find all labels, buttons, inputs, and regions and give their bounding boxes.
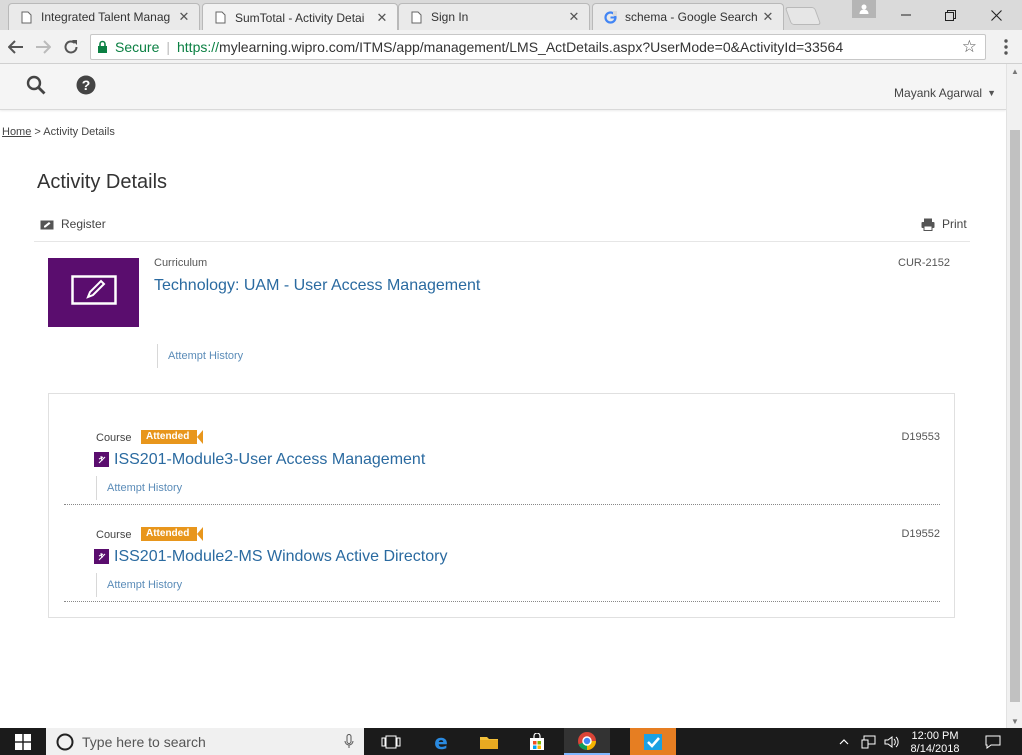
task-view-icon[interactable] bbox=[368, 728, 414, 755]
course-type: Course bbox=[96, 432, 132, 444]
user-name: Mayank Agarwal bbox=[894, 86, 983, 100]
tab-integrated-talent[interactable]: Integrated Talent Manag ✕ bbox=[8, 3, 200, 30]
tab-title: SumTotal - Activity Detai bbox=[235, 10, 365, 25]
chrome-icon[interactable] bbox=[564, 728, 610, 755]
taskbar-search-box[interactable]: Type here to search bbox=[46, 728, 364, 755]
course-title-link[interactable]: ISS201-Module2-MS Windows Active Directo… bbox=[114, 548, 447, 566]
print-icon bbox=[921, 218, 935, 231]
scrollbar-thumb[interactable] bbox=[1010, 130, 1020, 702]
close-icon[interactable]: ✕ bbox=[567, 9, 581, 25]
page-scrollbar[interactable]: ▲ ▼ bbox=[1006, 64, 1022, 728]
register-button[interactable]: Register bbox=[40, 217, 106, 231]
course-code: D19552 bbox=[901, 528, 940, 540]
windows-start-icon[interactable] bbox=[0, 728, 46, 755]
app-header: ? Mayank Agarwal ▼ bbox=[0, 64, 1006, 110]
register-icon bbox=[40, 219, 54, 230]
breadcrumb-home-link[interactable]: Home bbox=[2, 126, 31, 138]
file-explorer-icon[interactable] bbox=[466, 728, 512, 755]
url-scheme: https:// bbox=[177, 39, 220, 55]
scroll-up-icon[interactable]: ▲ bbox=[1007, 64, 1022, 78]
svg-text:?: ? bbox=[82, 77, 91, 93]
microphone-icon[interactable] bbox=[344, 734, 354, 754]
page-title: Activity Details bbox=[37, 171, 168, 193]
cortana-circle-icon bbox=[56, 733, 74, 751]
page-icon bbox=[409, 10, 423, 24]
course-type: Course bbox=[96, 529, 132, 541]
course-attempt-history-link[interactable]: Attempt History bbox=[96, 573, 182, 597]
taskbar-clock[interactable]: 12:00 PM 8/14/2018 bbox=[900, 730, 970, 755]
close-icon[interactable]: ✕ bbox=[177, 9, 191, 25]
clock-date: 8/14/2018 bbox=[910, 743, 960, 755]
curriculum-title-link[interactable]: Technology: UAM - User Access Management bbox=[154, 277, 480, 295]
new-tab-button[interactable] bbox=[784, 7, 822, 25]
forward-icon[interactable] bbox=[31, 35, 55, 59]
search-icon[interactable] bbox=[25, 74, 47, 96]
google-icon bbox=[603, 10, 617, 24]
course-icon bbox=[94, 452, 109, 467]
breadcrumb-separator: > bbox=[34, 126, 41, 138]
profile-icon[interactable] bbox=[852, 0, 876, 18]
close-icon[interactable]: ✕ bbox=[761, 9, 775, 25]
curriculum-code: CUR-2152 bbox=[898, 257, 950, 269]
curriculum-thumbnail bbox=[48, 258, 139, 327]
curriculum-attempt-history-link[interactable]: Attempt History bbox=[157, 344, 243, 368]
print-label: Print bbox=[942, 217, 967, 231]
bookmark-star-icon[interactable]: ☆ bbox=[962, 37, 977, 57]
breadcrumb-current: Activity Details bbox=[43, 126, 115, 138]
close-window-button[interactable] bbox=[974, 0, 1018, 30]
secure-label: Secure bbox=[115, 39, 160, 55]
action-bar: Register Print bbox=[34, 208, 970, 242]
course-icon bbox=[94, 549, 109, 564]
restore-button[interactable] bbox=[928, 0, 972, 30]
minimize-button[interactable] bbox=[884, 0, 928, 30]
network-icon[interactable] bbox=[858, 728, 880, 755]
browser-tabstrip: Integrated Talent Manag ✕ SumTotal - Act… bbox=[0, 0, 1022, 31]
course-attempt-history-link[interactable]: Attempt History bbox=[96, 476, 182, 500]
caret-down-icon: ▼ bbox=[987, 88, 996, 98]
tab-sumtotal-activity[interactable]: SumTotal - Activity Detai ✕ bbox=[202, 3, 398, 31]
address-bar[interactable]: Secure | https:// mylearning.wipro.com/I… bbox=[90, 34, 986, 60]
search-placeholder: Type here to search bbox=[82, 733, 206, 750]
clock-time: 12:00 PM bbox=[911, 730, 959, 742]
course-list: Course Attended ISS201-Module3-User Acce… bbox=[48, 393, 955, 618]
course-row: Course Attended ISS201-Module3-User Acce… bbox=[64, 408, 940, 505]
help-icon[interactable]: ? bbox=[75, 74, 97, 96]
scroll-down-icon[interactable]: ▼ bbox=[1007, 714, 1022, 728]
status-badge: Attended bbox=[141, 430, 204, 444]
edge-browser-icon[interactable]: e bbox=[418, 728, 464, 755]
store-icon[interactable] bbox=[514, 728, 560, 755]
url-separator: | bbox=[166, 39, 170, 55]
back-icon[interactable] bbox=[4, 35, 28, 59]
close-icon[interactable]: ✕ bbox=[375, 10, 389, 26]
windows-taskbar: Type here to search e 12:00 PM 8/14/2018 bbox=[0, 728, 1022, 755]
lock-icon bbox=[97, 40, 109, 54]
course-title-link[interactable]: ISS201-Module3-User Access Management bbox=[114, 451, 425, 469]
print-button[interactable]: Print bbox=[921, 217, 967, 231]
register-label: Register bbox=[61, 217, 106, 231]
page-viewport: ? Mayank Agarwal ▼ Home > Activity Detai… bbox=[0, 64, 1006, 728]
action-center-icon[interactable] bbox=[978, 728, 1008, 755]
url-path: mylearning.wipro.com/ITMS/app/management… bbox=[219, 39, 844, 55]
tab-title: schema - Google Search bbox=[625, 10, 758, 24]
user-menu[interactable]: Mayank Agarwal ▼ bbox=[894, 86, 996, 100]
status-badge: Attended bbox=[141, 527, 204, 541]
browser-toolbar: Secure | https:// mylearning.wipro.com/I… bbox=[0, 30, 1022, 64]
volume-icon[interactable] bbox=[882, 728, 902, 755]
curriculum-type: Curriculum bbox=[154, 257, 208, 269]
tray-chevron-icon[interactable] bbox=[836, 728, 852, 755]
breadcrumb: Home > Activity Details bbox=[2, 126, 115, 138]
reload-icon[interactable] bbox=[59, 35, 83, 59]
page-icon bbox=[213, 11, 227, 25]
task-app-icon[interactable] bbox=[630, 728, 676, 755]
tab-title: Sign In bbox=[431, 10, 469, 24]
course-row: Course Attended ISS201-Module2-MS Window… bbox=[64, 505, 940, 602]
tab-sign-in[interactable]: Sign In ✕ bbox=[398, 3, 590, 30]
course-code: D19553 bbox=[901, 431, 940, 443]
browser-menu-icon[interactable] bbox=[996, 36, 1016, 58]
svg-text:e: e bbox=[434, 732, 448, 752]
tab-google-search[interactable]: schema - Google Search ✕ bbox=[592, 3, 784, 30]
tab-title: Integrated Talent Manag bbox=[41, 10, 171, 24]
page-icon bbox=[19, 10, 33, 24]
edit-form-icon bbox=[70, 275, 117, 310]
